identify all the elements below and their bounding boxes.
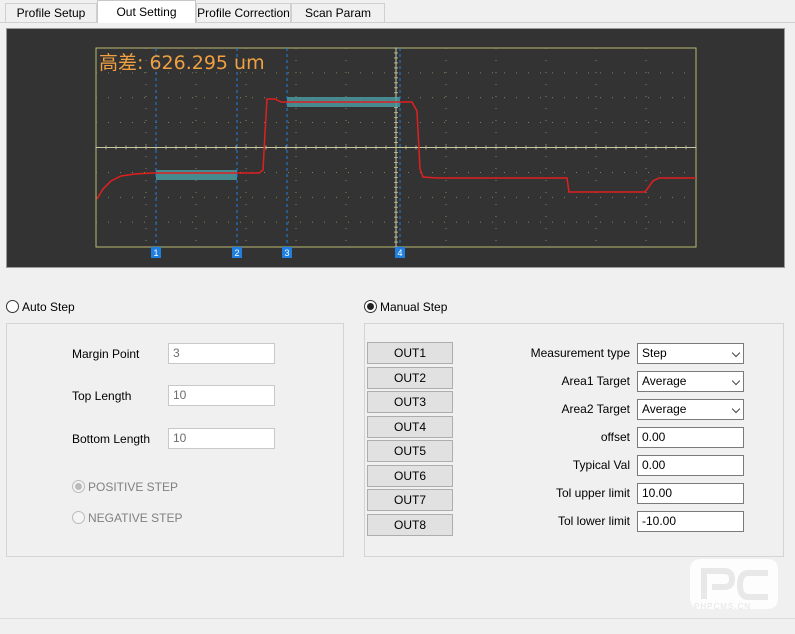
margin-point-field[interactable]: 3 [168, 343, 275, 364]
area2-target-value: Average [642, 402, 687, 416]
area1-highlight [156, 170, 237, 180]
manual-step-label[interactable]: Manual Step [380, 300, 447, 314]
negative-step-radio[interactable] [72, 511, 85, 524]
chevron-down-icon [731, 376, 741, 386]
marker-label-4: 4 [397, 248, 402, 258]
manual-step-radio[interactable] [364, 300, 377, 313]
out2-button[interactable]: OUT2 [367, 367, 453, 389]
out4-button[interactable]: OUT4 [367, 416, 453, 438]
bottom-length-label: Bottom Length [72, 432, 151, 446]
tol-upper-label: Tol upper limit [555, 486, 630, 500]
auto-step-label[interactable]: Auto Step [22, 300, 75, 314]
margin-point-label: Margin Point [72, 347, 140, 361]
chevron-down-icon [731, 404, 741, 414]
profile-display[interactable]: 1 2 3 4 高差: 626.295 um [6, 28, 785, 268]
positive-step-label[interactable]: POSITIVE STEP [88, 480, 178, 494]
tab-scan-param[interactable]: Scan Param [291, 3, 385, 22]
area2-target-select[interactable]: Average [637, 399, 744, 420]
out5-button[interactable]: OUT5 [367, 440, 453, 462]
top-length-label: Top Length [72, 389, 132, 403]
negative-step-label[interactable]: NEGATIVE STEP [88, 511, 182, 525]
typical-val-field[interactable]: 0.00 [637, 455, 744, 476]
status-bar [0, 618, 795, 634]
tab-bar: Profile Setup Out Setting Profile Correc… [0, 0, 795, 23]
tol-upper-field[interactable]: 10.00 [637, 483, 744, 504]
out8-button[interactable]: OUT8 [367, 514, 453, 536]
area1-target-label: Area1 Target [561, 374, 631, 388]
bottom-length-field[interactable]: 10 [168, 428, 275, 449]
marker-label-3: 3 [284, 248, 289, 258]
watermark-text: PHPCMS.CN [694, 602, 752, 611]
chevron-down-icon [731, 348, 741, 358]
measurement-type-value: Step [642, 346, 667, 360]
tol-lower-field[interactable]: -10.00 [637, 511, 744, 532]
offset-label: offset [600, 430, 630, 444]
out3-button[interactable]: OUT3 [367, 391, 453, 413]
tab-out-setting[interactable]: Out Setting [97, 0, 196, 23]
out7-button[interactable]: OUT7 [367, 489, 453, 511]
area1-target-value: Average [642, 374, 687, 388]
area1-target-select[interactable]: Average [637, 371, 744, 392]
tol-lower-label: Tol lower limit [557, 514, 630, 528]
tab-profile-setup[interactable]: Profile Setup [5, 3, 97, 22]
offset-field[interactable]: 0.00 [637, 427, 744, 448]
auto-step-radio[interactable] [6, 300, 19, 313]
measurement-type-label: Measurement type [530, 346, 630, 360]
typical-val-label: Typical Val [572, 458, 630, 472]
positive-step-radio[interactable] [72, 480, 85, 493]
out6-button[interactable]: OUT6 [367, 465, 453, 487]
area2-target-label: Area2 Target [561, 402, 631, 416]
marker-label-1: 1 [153, 248, 158, 258]
tab-profile-correction[interactable]: Profile Correction [196, 3, 291, 22]
marker-label-2: 2 [234, 248, 239, 258]
profile-plot[interactable]: 1 2 3 4 高差: 626.295 um [7, 29, 784, 267]
height-difference-readout: 高差: 626.295 um [99, 52, 265, 74]
top-length-field[interactable]: 10 [168, 385, 275, 406]
measurement-type-select[interactable]: Step [637, 343, 744, 364]
out1-button[interactable]: OUT1 [367, 342, 453, 364]
